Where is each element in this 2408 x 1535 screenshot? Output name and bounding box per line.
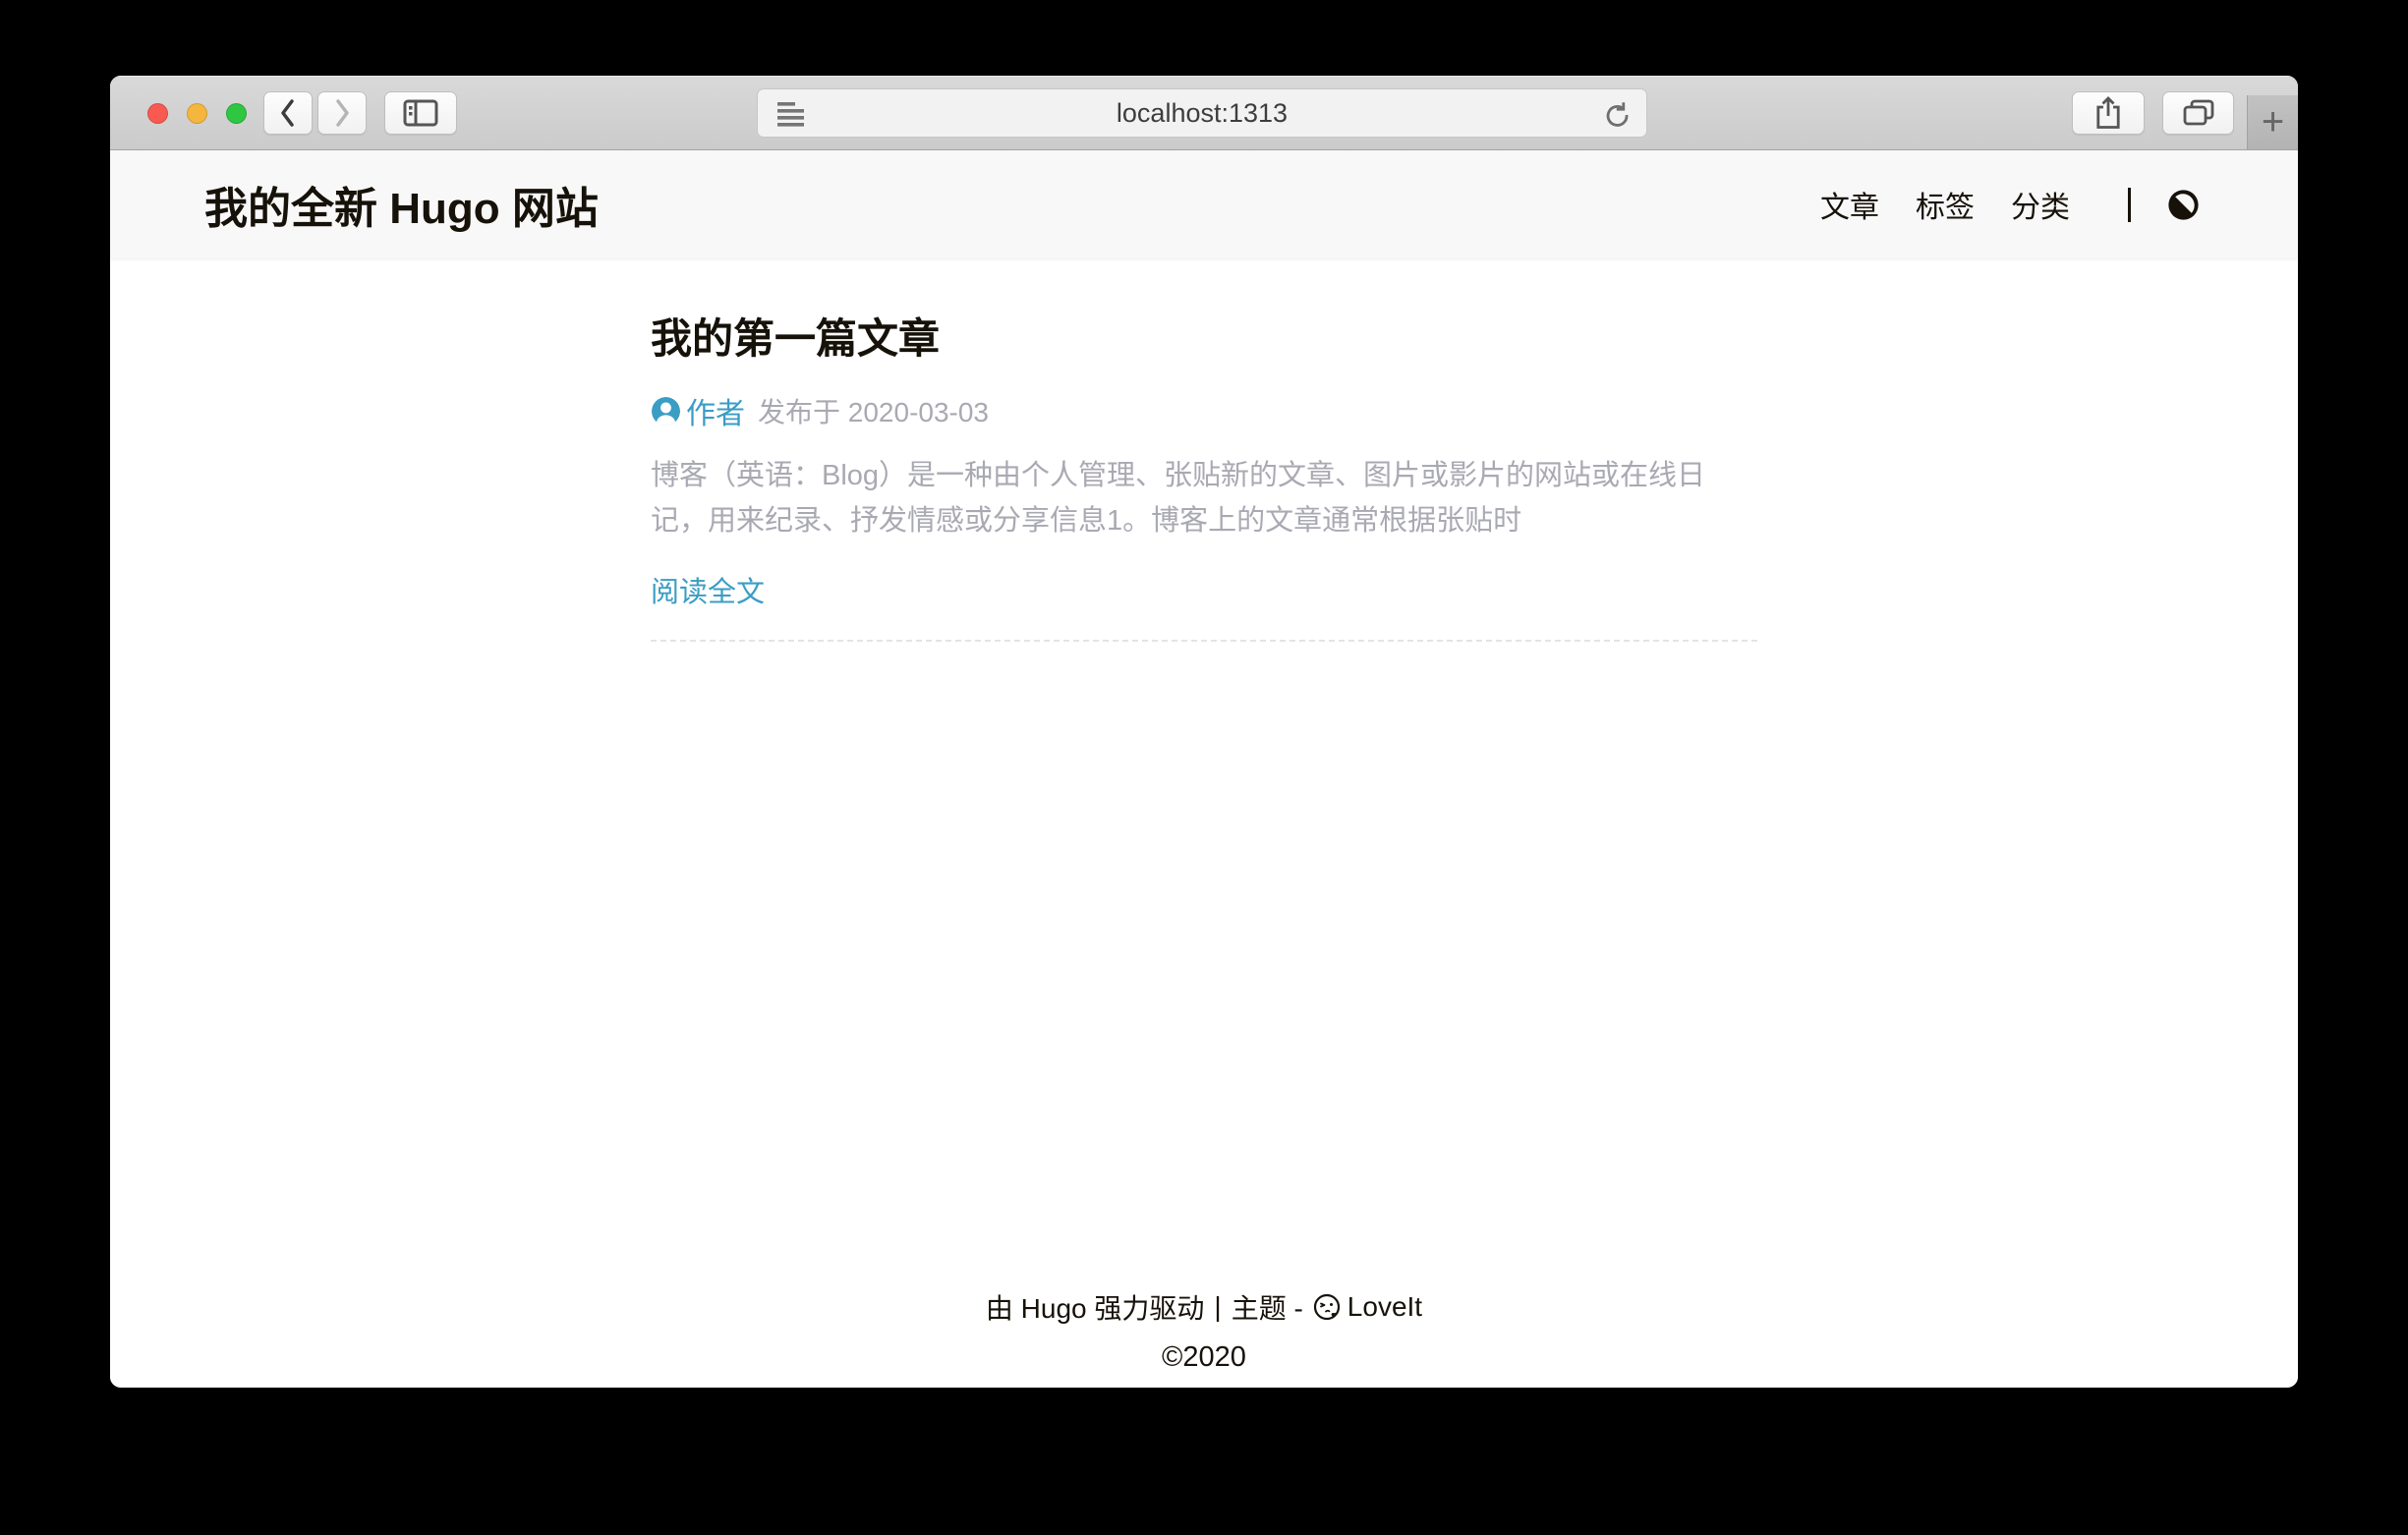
nav-item-posts[interactable]: 文章 — [1820, 183, 1879, 226]
browser-toolbar: localhost:1313 — [110, 76, 2298, 150]
chevron-right-icon — [332, 97, 352, 129]
back-button[interactable] — [263, 91, 313, 135]
user-circle-icon — [651, 396, 681, 426]
show-all-tabs-button[interactable] — [2162, 91, 2234, 135]
reload-icon[interactable] — [1602, 99, 1633, 130]
tabs-overview-icon — [2183, 99, 2214, 127]
browser-window: localhost:1313 — [110, 76, 2298, 1388]
traffic-lights — [147, 76, 247, 150]
reader-mode-icon[interactable] — [777, 102, 804, 127]
article-summary: 博客（英语：Blog）是一种由个人管理、张贴新的文章、图片或影片的网站或在线日记… — [651, 453, 1757, 543]
history-nav-buttons — [263, 91, 367, 135]
address-bar[interactable]: localhost:1313 — [757, 88, 1647, 138]
publish-date: 发布于 2020-03-03 — [758, 391, 989, 430]
share-button[interactable] — [2072, 91, 2145, 135]
footer-theme-prefix: 主题 - — [1232, 1287, 1303, 1327]
read-more-link[interactable]: 阅读全文 — [651, 569, 765, 610]
plus-icon: + — [2262, 100, 2284, 144]
theme-link[interactable]: LoveIt — [1313, 1291, 1422, 1323]
page-content: 我的第一篇文章 作者 发 — [110, 258, 2298, 1388]
author-name: 作者 — [686, 389, 745, 432]
theme-toggle-button[interactable] — [2167, 189, 2200, 221]
zoom-window-button[interactable] — [226, 103, 247, 124]
site-nav: 文章 标签 分类 — [1820, 183, 2200, 226]
nav-item-tags[interactable]: 标签 — [1916, 183, 1975, 226]
forward-button[interactable] — [317, 91, 367, 135]
footer-powered-text[interactable]: 由 Hugo 强力驱动 — [986, 1287, 1205, 1327]
article-title-link[interactable]: 我的第一篇文章 — [651, 306, 1757, 366]
theme-name: LoveIt — [1347, 1291, 1422, 1323]
url-text: localhost:1313 — [1117, 98, 1288, 129]
minimize-window-button[interactable] — [187, 103, 207, 124]
close-window-button[interactable] — [147, 103, 168, 124]
sidebar-toggle-button[interactable] — [384, 91, 457, 135]
new-tab-button[interactable]: + — [2247, 95, 2298, 149]
theme-contrast-icon — [2167, 189, 2200, 221]
site-header: 我的全新 Hugo 网站 文章 标签 分类 — [110, 150, 2298, 258]
kiss-face-icon — [1313, 1293, 1341, 1321]
sidebar-icon — [403, 99, 438, 127]
footer-powered-line: 由 Hugo 强力驱动 | 主题 - LoveIt — [986, 1287, 1422, 1327]
author-link[interactable]: 作者 — [651, 389, 745, 432]
article-meta: 作者 发布于 2020-03-03 — [651, 389, 1757, 432]
chevron-left-icon — [278, 97, 298, 129]
article-summary-card: 我的第一篇文章 作者 发 — [651, 258, 1757, 642]
footer-separator: | — [1214, 1291, 1221, 1323]
copyright-text: ©2020 — [110, 1341, 2298, 1374]
nav-separator — [2128, 188, 2131, 222]
site-title-link[interactable]: 我的全新 Hugo 网站 — [204, 173, 599, 236]
site-footer: 由 Hugo 强力驱动 | 主题 - LoveIt — [110, 1287, 2298, 1388]
nav-item-categories[interactable]: 分类 — [2011, 183, 2070, 226]
post-divider — [651, 640, 1757, 642]
share-icon — [2094, 95, 2122, 131]
